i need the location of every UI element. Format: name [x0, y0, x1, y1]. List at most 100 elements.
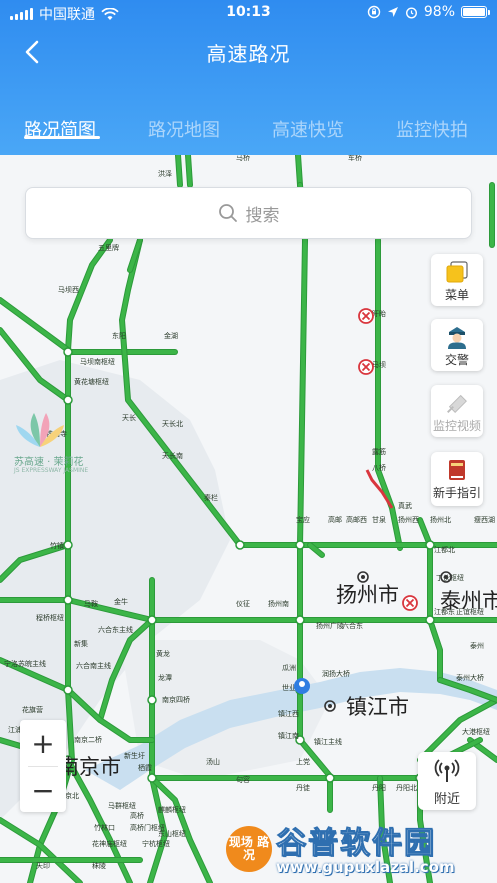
- header: 中国联通 10:13 98% 高速路况 路况简图 路况地图 高速快览 监控快拍: [0, 0, 497, 155]
- guide-button[interactable]: 新手指引: [431, 452, 483, 506]
- station-label: 天印: [36, 862, 50, 870]
- interchange-node[interactable]: [147, 615, 157, 625]
- station-label: 金湖: [164, 331, 178, 340]
- station-label: 黄龙: [156, 649, 170, 658]
- tab-monitor-snapshot[interactable]: 监控快拍: [396, 116, 468, 142]
- interchange-node[interactable]: [63, 395, 73, 405]
- status-right: 98%: [367, 4, 490, 20]
- live-traffic-badge[interactable]: 现场 路况: [226, 826, 272, 872]
- station-label: 扬州西: [398, 515, 419, 524]
- station-label: 马桥: [236, 155, 250, 162]
- interchange-node[interactable]: [63, 685, 73, 695]
- interchange-node[interactable]: [325, 773, 335, 783]
- station-label: 汤山: [206, 757, 220, 766]
- station-label: 车桥: [348, 155, 362, 162]
- search-placeholder: 搜索: [245, 205, 280, 226]
- station-label: 镇江南: [278, 731, 299, 740]
- tab-highway-overview[interactable]: 高速快览: [272, 116, 344, 142]
- station-label: 泰州: [470, 641, 484, 650]
- station-label: 高邮: [328, 515, 342, 524]
- brand-name-en: JS EXPRESSWAY JASMINE: [14, 467, 89, 474]
- station-label: 宝应: [296, 515, 310, 524]
- site-watermark: 谷普软件园 www.gupuxlazal.com: [276, 818, 496, 880]
- interchange-node[interactable]: [63, 595, 73, 605]
- station-label: 五里牌: [98, 243, 119, 252]
- station-label: 润扬大桥: [322, 669, 350, 678]
- police-label: 交警: [444, 353, 469, 367]
- closed-road-icon[interactable]: [358, 308, 374, 324]
- station-label: 大港枢纽: [462, 727, 490, 736]
- highway-road[interactable]: [296, 155, 302, 187]
- station-label: 马坝西: [58, 285, 79, 294]
- police-button[interactable]: 交警: [431, 319, 483, 371]
- station-label: 马鞍: [84, 599, 98, 608]
- station-label: 新生圩: [124, 751, 145, 760]
- menu-icon: [444, 260, 470, 284]
- station-label: 高桥: [130, 811, 144, 820]
- station-label: 栖霞: [138, 763, 152, 772]
- station-label: 黄花塘枢纽: [74, 377, 109, 386]
- interchange-node[interactable]: [425, 540, 435, 550]
- station-label: 新集: [74, 639, 88, 648]
- zoom-out-button[interactable]: −: [20, 767, 66, 813]
- battery-icon: [461, 6, 490, 18]
- station-label: 马群枢纽: [108, 801, 136, 810]
- station-label: 露筋: [372, 447, 386, 456]
- interchange-node[interactable]: [63, 347, 73, 357]
- station-label: 泰州大桥: [456, 673, 484, 682]
- interchange-node[interactable]: [63, 540, 73, 550]
- station-label: 甘泉: [372, 515, 386, 524]
- station-label: 仪征: [236, 599, 250, 608]
- station-label: 宁洛苏皖主线: [4, 659, 46, 668]
- zoom-control: + −: [20, 720, 66, 812]
- interchange-node[interactable]: [295, 615, 305, 625]
- nav-bar: 高速路况: [0, 26, 497, 76]
- station-label: 丹徒: [296, 783, 310, 792]
- station-label: 马坝: [372, 360, 386, 369]
- monitor-video-button[interactable]: 监控视频: [431, 385, 483, 437]
- search-icon: [218, 204, 237, 222]
- watermark-text: 谷普软件园: [276, 826, 436, 862]
- interchange-node[interactable]: [147, 773, 157, 783]
- menu-button[interactable]: 菜单: [431, 254, 483, 306]
- station-label: 竹林口: [94, 823, 115, 832]
- station-label: 麒麟枢纽: [158, 805, 186, 814]
- interchange-node[interactable]: [295, 540, 305, 550]
- station-label: 南京四桥: [162, 695, 190, 704]
- alarm-icon: [405, 6, 417, 19]
- interchange-node[interactable]: [147, 695, 157, 705]
- nearby-button[interactable]: 附近: [418, 752, 476, 810]
- rotation-lock-icon: [367, 5, 381, 19]
- station-label: 东阳: [112, 331, 126, 340]
- station-label: 洪泽: [158, 169, 172, 178]
- station-label: 秣陵: [92, 861, 106, 870]
- station-label: 天长: [122, 413, 136, 422]
- highway-road[interactable]: [176, 155, 182, 187]
- station-label: 花旗营: [22, 705, 43, 714]
- station-label: 高邮西: [346, 515, 367, 524]
- broadcast-icon: [434, 758, 460, 788]
- city-marker-yangzhou: [357, 571, 369, 583]
- interchange-node[interactable]: [235, 540, 245, 550]
- watermark-url: www.gupuxlazal.com: [276, 858, 455, 876]
- city-label-zhenjiang: 镇江市: [346, 695, 409, 719]
- station-label: 丹阳: [372, 783, 386, 792]
- highway-road[interactable]: [186, 155, 192, 187]
- menu-label: 菜单: [444, 288, 469, 302]
- status-bar: 中国联通 10:13 98%: [0, 0, 497, 26]
- location-pin-icon[interactable]: [294, 678, 310, 694]
- guide-book-icon: [444, 458, 470, 482]
- station-label: 江都北: [434, 546, 455, 554]
- station-label: 扬州广陵: [316, 621, 344, 630]
- zoom-in-button[interactable]: +: [20, 720, 66, 766]
- interchange-node[interactable]: [425, 615, 435, 625]
- tab-traffic-map[interactable]: 路况地图: [148, 116, 220, 142]
- search-input[interactable]: 搜索: [25, 187, 472, 239]
- station-label: 花神庙枢纽: [92, 839, 127, 848]
- closed-road-icon[interactable]: [358, 359, 374, 375]
- closed-road-icon[interactable]: [402, 595, 418, 611]
- nearby-label: 附近: [433, 792, 460, 807]
- police-icon: [444, 325, 470, 349]
- station-label: 瘦西湖: [474, 515, 495, 524]
- station-label: 六合东: [342, 621, 363, 630]
